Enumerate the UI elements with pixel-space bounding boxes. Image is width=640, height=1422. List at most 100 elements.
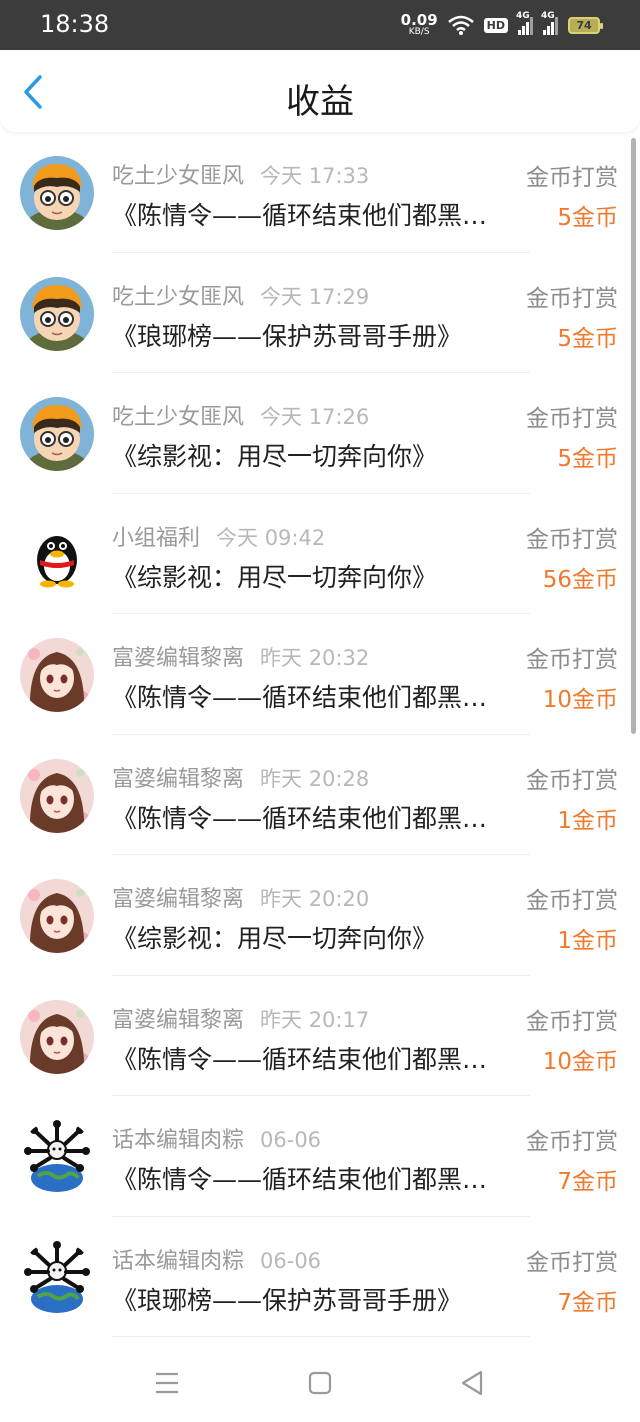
book-title: 《琅琊榜——保护苏哥哥手册》 xyxy=(112,321,463,351)
sender-name: 话本编辑肉粽 06-06 xyxy=(112,1243,321,1275)
record-type: 金币打赏 xyxy=(526,888,618,914)
record-time: 昨天 20:28 xyxy=(260,766,370,791)
sender-name-text: 吃土少女匪风 xyxy=(112,164,245,189)
record-time: 今天 17:29 xyxy=(260,284,370,309)
home-icon[interactable] xyxy=(303,1366,337,1400)
battery-icon: 74 xyxy=(568,16,603,34)
sender-name: 富婆编辑黎离 昨天 20:32 xyxy=(112,640,369,672)
scrollbar[interactable] xyxy=(631,138,636,734)
avatar[interactable] xyxy=(20,758,94,833)
earnings-list: 吃土少女匪风 今天 17:33 金币打赏 《陈情令——循环结束他们都黑化了》 5金币 吃土… xyxy=(0,132,640,1337)
earning-record[interactable]: 吃土少女匪风 今天 17:26 金币打赏《综影视：用尽一切奔向你》 5金币 xyxy=(0,373,640,494)
book-title: 《陈情令——循环结束他们都黑化了》 xyxy=(112,1044,512,1074)
sender-name-text: 话本编辑肉粽 xyxy=(112,1248,245,1274)
sender-name-text: 小组福利 xyxy=(112,525,201,551)
avatar[interactable] xyxy=(20,638,94,712)
coin-amount: 7金币 xyxy=(557,1289,618,1316)
hd-icon: HD xyxy=(483,17,508,33)
sender-name: 富婆编辑黎离 昨天 20:20 xyxy=(112,881,369,913)
book-title: 《陈情令——循环结束他们都黑化了》 xyxy=(112,803,512,833)
record-time: 昨天 20:17 xyxy=(260,1007,370,1032)
earning-record[interactable]: 富婆编辑黎离 昨天 20:32 金币打赏 《陈情令——循环结束他们都黑化了》 10金币 xyxy=(0,614,640,735)
avatar[interactable] xyxy=(20,1120,94,1194)
network-speed-value: 0.09 xyxy=(400,11,438,29)
earning-record[interactable]: 吃土少女匪风 今天 17:29 金币打赏《琅琊榜——保护苏哥哥手册》 5金币 xyxy=(0,253,640,373)
page-title: 收益 xyxy=(286,82,354,122)
coin-amount: 1金币 xyxy=(557,928,618,954)
back-icon[interactable] xyxy=(455,1366,489,1400)
book-title: 《陈情令——循环结束他们都黑化了》 xyxy=(112,683,512,712)
sender-name: 富婆编辑黎离 昨天 20:28 xyxy=(112,761,369,793)
record-type: 金币打赏 xyxy=(526,767,618,794)
sender-name-text: 话本编辑肉粽 xyxy=(112,1128,245,1153)
avatar[interactable] xyxy=(20,1240,94,1315)
sender-name: 吃土少女匪风 今天 17:29 xyxy=(112,279,369,311)
book-title: 《琅琊榜——保护苏哥哥手册》 xyxy=(112,1285,463,1315)
sender-name-text: 吃土少女匪风 xyxy=(112,284,245,310)
sender-name-text: 富婆编辑黎离 xyxy=(112,887,245,912)
sender-name-text: 富婆编辑黎离 xyxy=(112,646,245,671)
earning-record[interactable]: 话本编辑肉粽 06-06 金币打赏 《陈情令——循环结束他们都黑化了》 7金币 xyxy=(0,1096,640,1217)
coin-amount: 5金币 xyxy=(557,325,618,352)
system-nav-bar xyxy=(0,1342,640,1422)
record-type: 金币打赏 xyxy=(526,1129,618,1155)
status-bar: 18:38 0.09 KB/S HD 4G 4G 74 xyxy=(0,0,640,50)
book-title: 《陈情令——循环结束他们都黑化了》 xyxy=(112,1165,512,1194)
book-title: 《综影视：用尽一切奔向你》 xyxy=(112,562,438,592)
coin-amount: 7金币 xyxy=(557,1169,618,1195)
coin-amount: 5金币 xyxy=(557,205,618,231)
record-type: 金币打赏 xyxy=(526,1008,618,1035)
earning-record[interactable]: 富婆编辑黎离 昨天 20:20 金币打赏《综影视：用尽一切奔向你》 1金币 xyxy=(0,855,640,976)
avatar[interactable] xyxy=(20,517,94,592)
avatar[interactable] xyxy=(20,156,94,230)
sender-name: 吃土少女匪风 今天 17:26 xyxy=(112,399,369,431)
book-title: 《综影视：用尽一切奔向你》 xyxy=(112,924,438,953)
sender-name-text: 富婆编辑黎离 xyxy=(112,1007,245,1033)
record-time: 06-06 xyxy=(260,1128,322,1152)
record-type: 金币打赏 xyxy=(526,165,618,191)
record-time: 06-06 xyxy=(260,1248,322,1273)
record-type: 金币打赏 xyxy=(526,285,618,312)
record-time: 今天 17:26 xyxy=(260,405,370,429)
status-icons: 0.09 KB/S HD 4G 4G 74 xyxy=(401,10,603,40)
record-type: 金币打赏 xyxy=(526,647,618,673)
signal-icon: 4G xyxy=(516,11,533,35)
record-type: 金币打赏 xyxy=(526,526,618,553)
earning-record[interactable]: 富婆编辑黎离 昨天 20:28 金币打赏 《陈情令——循环结束他们都黑化了》 1金币 xyxy=(0,735,640,855)
sender-name: 小组福利 今天 09:42 xyxy=(112,520,325,552)
avatar[interactable] xyxy=(20,397,94,471)
top-bar: 收益 xyxy=(0,50,640,132)
record-time: 昨天 20:20 xyxy=(260,887,370,911)
record-time: 昨天 20:32 xyxy=(260,646,370,670)
coin-amount: 10金币 xyxy=(542,1048,618,1075)
sender-name-text: 富婆编辑黎离 xyxy=(112,766,245,792)
earning-record[interactable]: 话本编辑肉粽 06-06 金币打赏《琅琊榜——保护苏哥哥手册》 7金币 xyxy=(0,1217,640,1337)
sim2-label: 4G xyxy=(541,11,555,21)
avatar[interactable] xyxy=(20,879,94,953)
earning-record[interactable]: 富婆编辑黎离 昨天 20:17 金币打赏 《陈情令——循环结束他们都黑化了》 10金币 xyxy=(0,976,640,1096)
sim1-label: 4G xyxy=(516,11,530,21)
record-time: 今天 17:33 xyxy=(260,164,370,188)
book-title: 《综影视：用尽一切奔向你》 xyxy=(112,442,438,471)
signal-icon-2: 4G xyxy=(541,11,558,35)
sender-name-text: 吃土少女匪风 xyxy=(112,405,245,430)
sender-name: 吃土少女匪风 今天 17:33 xyxy=(112,158,369,190)
network-speed: 0.09 KB/S xyxy=(401,13,438,37)
earning-record[interactable]: 小组福利 今天 09:42 金币打赏《综影视：用尽一切奔向你》 56金币 xyxy=(0,494,640,614)
record-type: 金币打赏 xyxy=(526,1249,618,1276)
earning-record[interactable]: 吃土少女匪风 今天 17:33 金币打赏 《陈情令——循环结束他们都黑化了》 5金币 xyxy=(0,132,640,253)
avatar[interactable] xyxy=(20,999,94,1074)
avatar[interactable] xyxy=(20,276,94,351)
coin-amount: 56金币 xyxy=(542,566,618,593)
sender-name: 话本编辑肉粽 06-06 xyxy=(112,1122,321,1154)
sender-name: 富婆编辑黎离 昨天 20:17 xyxy=(112,1002,369,1034)
coin-amount: 1金币 xyxy=(557,807,618,834)
menu-icon[interactable] xyxy=(150,1366,184,1400)
divider xyxy=(112,1336,530,1337)
book-title: 《陈情令——循环结束他们都黑化了》 xyxy=(112,201,512,230)
record-time: 今天 09:42 xyxy=(216,525,326,550)
network-speed-unit: KB/S xyxy=(408,27,430,37)
coin-amount: 5金币 xyxy=(557,446,618,472)
wifi-icon xyxy=(447,15,474,35)
record-type: 金币打赏 xyxy=(526,406,618,432)
